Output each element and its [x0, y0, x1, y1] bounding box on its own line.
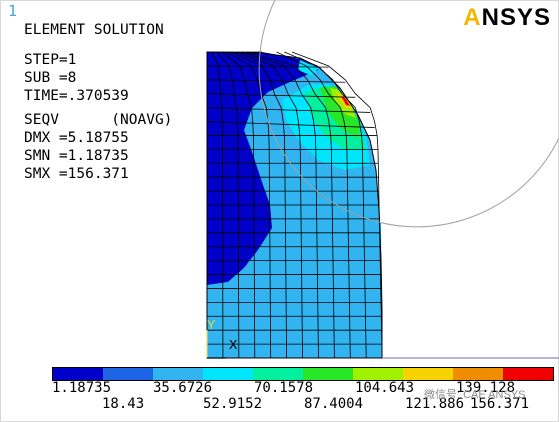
legend-label-top: 70.1578 — [254, 380, 314, 396]
legend-swatch — [303, 368, 353, 380]
legend-swatch — [103, 368, 153, 380]
legend-swatch — [453, 368, 503, 380]
graphics-viewport[interactable]: 1 ELEMENT SOLUTION STEP=1 SUB =8 TIME=.3705… — [0, 0, 559, 422]
info-line: SMX =156.371 — [24, 166, 129, 182]
legend-label-bottom: 87.4004 — [304, 396, 364, 412]
fe-model-plot — [206, 0, 559, 359]
legend-swatch — [253, 368, 303, 380]
legend-swatch — [353, 368, 403, 380]
legend-swatch — [53, 368, 103, 380]
watermark-text: 微信号: CAE ANSYS — [424, 389, 526, 401]
legend-label-top: 35.6726 — [153, 380, 213, 396]
window-number: 1 — [8, 2, 18, 20]
legend-label-bottom: 52.9152 — [203, 396, 263, 412]
legend-swatch — [203, 368, 253, 380]
info-line: SUB =8 — [24, 70, 77, 86]
info-line: SMN =1.18735 — [24, 148, 129, 164]
contour-legend-bar — [52, 367, 554, 381]
info-line: STEP=1 — [24, 52, 77, 68]
legend-label-bottom: 18.43 — [102, 396, 145, 412]
ansys-logo: ANSYS — [463, 4, 551, 31]
legend-swatch — [503, 368, 553, 380]
axis-y-label: Y — [207, 318, 216, 334]
info-line: TIME=.370539 — [24, 88, 129, 104]
legend-swatch — [403, 368, 453, 380]
legend-label-top: 104.643 — [355, 380, 415, 396]
legend-swatch — [153, 368, 203, 380]
info-line: DMX =5.18755 — [24, 130, 129, 146]
info-line: ELEMENT SOLUTION — [24, 22, 164, 38]
axis-x-label: X — [229, 338, 238, 354]
info-line: SEQV (NOAVG) — [24, 112, 173, 128]
legend-label-top: 1.18735 — [52, 380, 112, 396]
